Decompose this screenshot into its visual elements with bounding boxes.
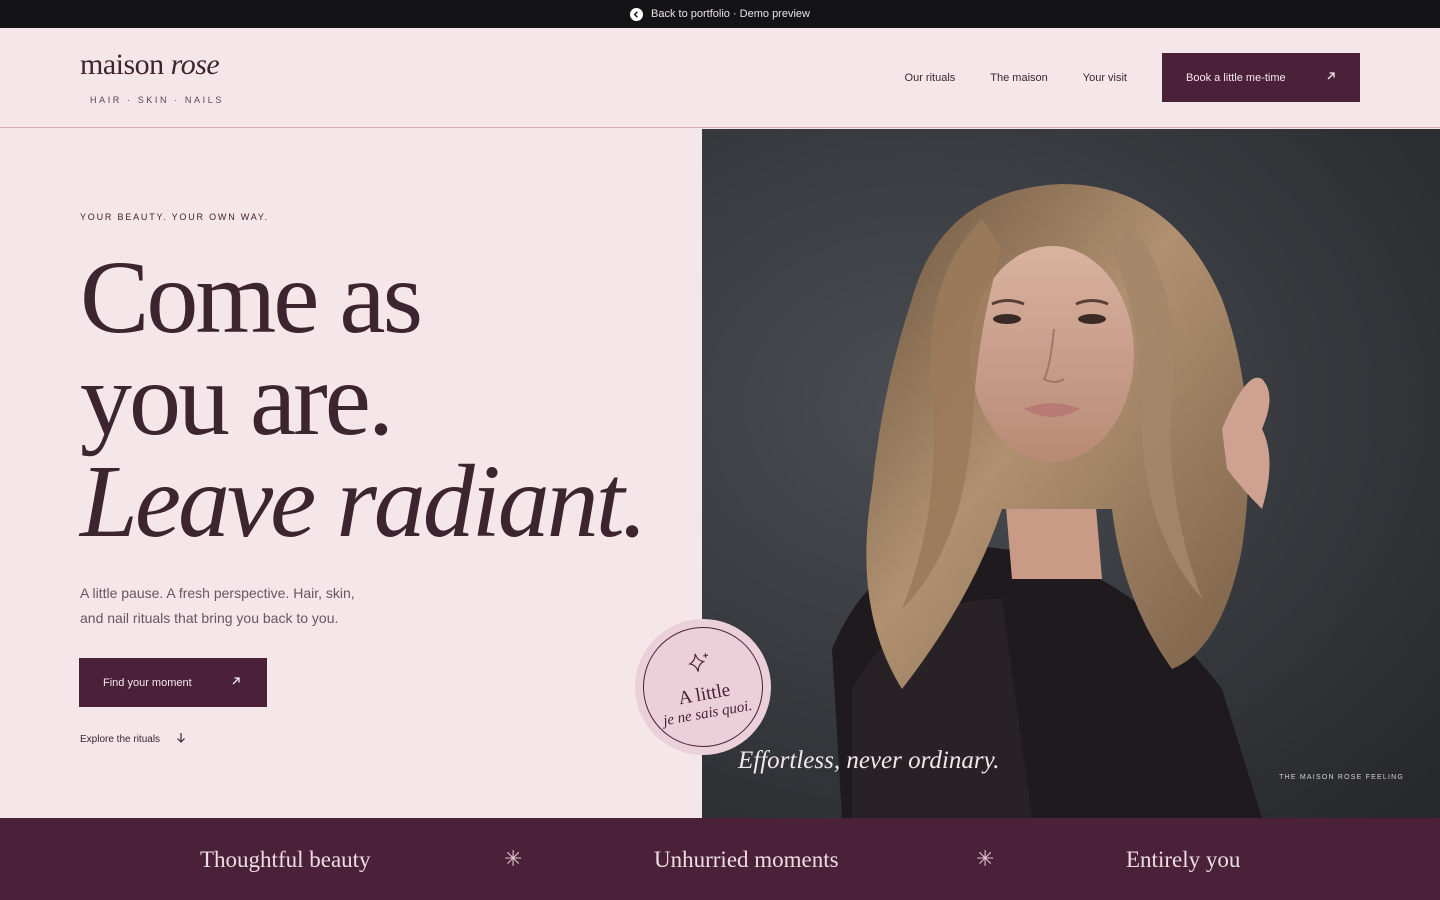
brand-name-main: maison: [80, 48, 164, 81]
chevron-left-circle-icon: [630, 7, 644, 21]
back-to-portfolio-link[interactable]: Back to portfolio · Demo preview: [630, 7, 810, 21]
hero-lead: A little pause. A fresh perspective. Hai…: [80, 585, 355, 626]
photo-caption: Effortless, never ordinary.: [738, 747, 1000, 774]
brand-name: maison rose: [80, 50, 224, 80]
je-ne-sais-quoi-badge: A little je ne sais quoi.: [633, 617, 773, 757]
brand-logo[interactable]: maison rose HAIR · SKIN · NAILS: [80, 50, 224, 106]
demo-topbar: Back to portfolio · Demo preview: [0, 0, 1440, 28]
book-button[interactable]: Book a little me-time: [1162, 53, 1360, 102]
site-header: maison rose HAIR · SKIN · NAILS Our ritu…: [0, 28, 1440, 128]
ribbon-item: Thoughtful beauty: [200, 847, 371, 872]
brand-name-accent: rose: [170, 48, 220, 81]
find-button-label: Find your moment: [103, 676, 192, 689]
book-button-label: Book a little me-time: [1186, 71, 1286, 84]
hero-photo: Effortless, never ordinary. THE MAISON R…: [702, 129, 1440, 818]
headline-line-1: Come as: [80, 240, 423, 355]
hero-headline: Come as you are. Leave radiant.: [80, 240, 648, 559]
explore-link-label: Explore the rituals: [80, 734, 161, 745]
hero-text: YOUR BEAUTY. YOUR OWN WAY. Come as you a…: [0, 129, 702, 818]
brand-tagline: HAIR · SKIN · NAILS: [90, 95, 224, 105]
main-nav: Our rituals The maison Your visit Book a…: [870, 53, 1360, 102]
asterisk-icon: ✳: [976, 847, 995, 872]
headline-line-3: Leave radiant.: [80, 444, 648, 559]
headline-line-2: you are.: [80, 342, 394, 457]
back-link-label: Back to portfolio · Demo preview: [651, 8, 810, 20]
hero-eyebrow: YOUR BEAUTY. YOUR OWN WAY.: [80, 212, 269, 222]
arrow-up-right-icon: [231, 676, 241, 689]
ribbon-item: Unhurried moments: [654, 847, 839, 872]
find-your-moment-button[interactable]: Find your moment: [79, 658, 267, 707]
nav-item-your-visit[interactable]: Your visit: [1083, 72, 1127, 84]
nav-item-our-rituals[interactable]: Our rituals: [905, 72, 956, 84]
explore-rituals-link[interactable]: Explore the rituals: [80, 732, 186, 747]
nav-item-the-maison[interactable]: The maison: [990, 72, 1047, 84]
ribbon-item: Entirely you: [1126, 847, 1241, 872]
asterisk-icon: ✳: [504, 847, 523, 872]
arrow-up-right-icon: [1326, 71, 1336, 84]
values-ribbon: Thoughtful beauty ✳ Unhurried moments ✳ …: [0, 818, 1440, 900]
photo-credit: THE MAISON ROSE FEELING: [1279, 774, 1404, 781]
sparkle-icon: [684, 649, 714, 680]
portrait-image: [832, 184, 1270, 818]
arrow-down-icon: [176, 732, 186, 747]
